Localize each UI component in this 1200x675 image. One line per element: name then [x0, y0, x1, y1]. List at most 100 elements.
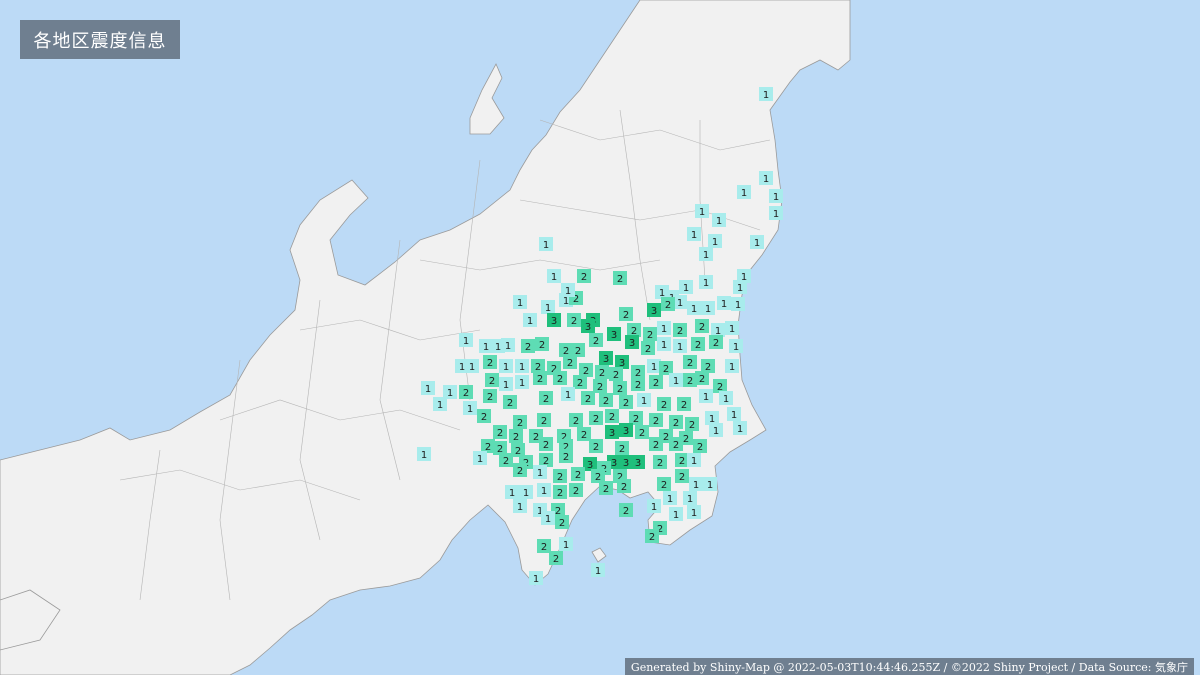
- intensity-marker-1: 1: [703, 477, 717, 491]
- intensity-label: 1: [545, 303, 551, 314]
- intensity-label: 1: [763, 174, 769, 185]
- intensity-marker-2: 2: [693, 439, 707, 453]
- intensity-label: 3: [611, 458, 617, 469]
- intensity-label: 1: [705, 304, 711, 315]
- intensity-marker-3: 3: [607, 327, 621, 341]
- intensity-label: 1: [677, 298, 683, 309]
- intensity-label: 2: [541, 416, 547, 427]
- intensity-marker-2: 2: [617, 479, 631, 493]
- intensity-marker-2: 2: [535, 337, 549, 351]
- intensity-marker-2: 2: [531, 359, 545, 373]
- intensity-label: 2: [699, 322, 705, 333]
- intensity-marker-1: 1: [537, 483, 551, 497]
- intensity-label: 1: [687, 494, 693, 505]
- intensity-label: 2: [679, 456, 685, 467]
- intensity-marker-2: 2: [599, 481, 613, 495]
- intensity-marker-1: 1: [541, 300, 555, 314]
- intensity-marker-1: 1: [561, 387, 575, 401]
- intensity-label: 2: [463, 388, 469, 399]
- intensity-marker-1: 1: [463, 401, 477, 415]
- intensity-label: 2: [599, 368, 605, 379]
- map-title: 各地区震度信息: [20, 20, 180, 59]
- intensity-marker-1: 1: [647, 499, 661, 513]
- intensity-label: 1: [523, 488, 529, 499]
- intensity-marker-1: 1: [708, 234, 722, 248]
- intensity-marker-1: 1: [473, 451, 487, 465]
- intensity-marker-2: 2: [485, 373, 499, 387]
- intensity-marker-2: 2: [553, 485, 567, 499]
- intensity-marker-1: 1: [499, 359, 513, 373]
- intensity-marker-2: 2: [503, 395, 517, 409]
- intensity-marker-1: 1: [443, 385, 457, 399]
- intensity-marker-1: 1: [689, 477, 703, 491]
- intensity-marker-2: 2: [555, 515, 569, 529]
- intensity-label: 1: [723, 394, 729, 405]
- intensity-marker-1: 1: [687, 505, 701, 519]
- intensity-label: 2: [487, 358, 493, 369]
- intensity-label: 2: [689, 420, 695, 431]
- map-canvas[interactable]: 1111111111111221111111211111111322323133…: [0, 0, 1200, 675]
- intensity-label: 3: [629, 338, 635, 349]
- intensity-marker-1: 1: [769, 206, 783, 220]
- intensity-label: 2: [563, 452, 569, 463]
- intensity-marker-2: 2: [599, 393, 613, 407]
- intensity-marker-2: 2: [569, 483, 583, 497]
- intensity-label: 2: [681, 400, 687, 411]
- intensity-marker-2: 2: [619, 503, 633, 517]
- intensity-marker-3: 3: [619, 455, 633, 469]
- intensity-label: 1: [737, 424, 743, 435]
- intensity-label: 2: [539, 340, 545, 351]
- intensity-marker-1: 1: [719, 391, 733, 405]
- intensity-marker-2: 2: [559, 449, 573, 463]
- intensity-label: 2: [653, 416, 659, 427]
- intensity-label: 1: [551, 272, 557, 283]
- intensity-label: 1: [661, 324, 667, 335]
- intensity-marker-1: 1: [547, 269, 561, 283]
- intensity-label: 1: [683, 283, 689, 294]
- intensity-marker-1: 1: [561, 283, 575, 297]
- intensity-label: 2: [593, 414, 599, 425]
- intensity-marker-2: 2: [661, 297, 675, 311]
- intensity-marker-2: 2: [511, 443, 525, 457]
- intensity-label: 1: [713, 426, 719, 437]
- intensity-label: 1: [773, 192, 779, 203]
- intensity-marker-1: 1: [699, 389, 713, 403]
- intensity-marker-1: 1: [669, 507, 683, 521]
- intensity-marker-2: 2: [537, 539, 551, 553]
- intensity-marker-1: 1: [591, 563, 605, 577]
- intensity-label: 2: [657, 458, 663, 469]
- intensity-marker-1: 1: [733, 280, 747, 294]
- intensity-label: 1: [517, 502, 523, 513]
- intensity-label: 1: [533, 574, 539, 585]
- intensity-label: 2: [507, 398, 513, 409]
- intensity-label: 2: [597, 382, 603, 393]
- intensity-label: 1: [651, 362, 657, 373]
- intensity-marker-2: 2: [649, 413, 663, 427]
- intensity-marker-1: 1: [683, 491, 697, 505]
- intensity-marker-1: 1: [465, 359, 479, 373]
- intensity-label: 2: [513, 432, 519, 443]
- intensity-marker-1: 1: [750, 235, 764, 249]
- intensity-label: 2: [647, 330, 653, 341]
- intensity-marker-2: 2: [657, 397, 671, 411]
- intensity-marker-2: 2: [673, 323, 687, 337]
- intensity-marker-2: 2: [675, 453, 689, 467]
- intensity-marker-2: 2: [483, 389, 497, 403]
- intensity-marker-2: 2: [615, 441, 629, 455]
- intensity-marker-1: 1: [695, 204, 709, 218]
- intensity-label: 2: [683, 434, 689, 445]
- intensity-label: 2: [661, 400, 667, 411]
- intensity-marker-2: 2: [669, 437, 683, 451]
- intensity-label: 1: [735, 300, 741, 311]
- intensity-label: 2: [553, 554, 559, 565]
- intensity-marker-2: 2: [613, 271, 627, 285]
- intensity-marker-2: 2: [509, 429, 523, 443]
- intensity-label: 1: [463, 336, 469, 347]
- intensity-marker-2: 2: [675, 469, 689, 483]
- intensity-label: 2: [621, 482, 627, 493]
- intensity-label: 1: [673, 510, 679, 521]
- intensity-label: 2: [559, 518, 565, 529]
- intensity-label: 2: [603, 484, 609, 495]
- intensity-label: 1: [703, 250, 709, 261]
- intensity-marker-2: 2: [627, 323, 641, 337]
